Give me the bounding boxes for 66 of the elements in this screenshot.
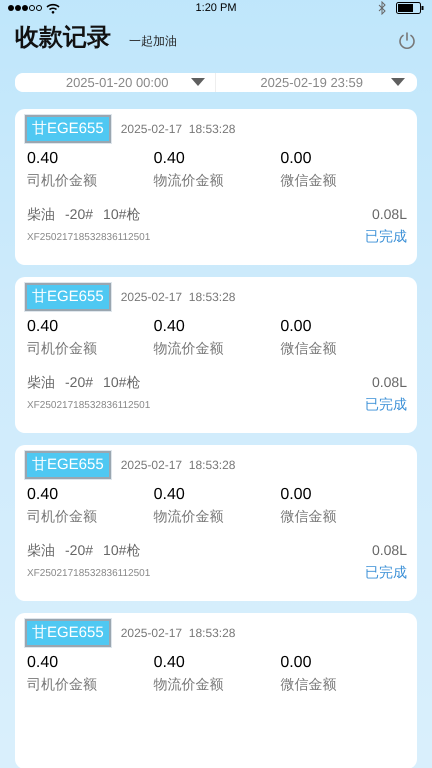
fuel-info: -20# [65, 541, 94, 560]
fuel-info: 柴油 [27, 541, 55, 560]
order-number: XF25021718532836112501 [27, 399, 150, 413]
fuel-info: 10#枪 [103, 205, 140, 224]
amount-value: 0.00 [280, 653, 312, 673]
fuel-info: 柴油 [27, 205, 55, 224]
amount-value: 0.40 [27, 317, 60, 337]
signal-icon [8, 5, 42, 12]
plate-number: 甘EGE655 [25, 283, 111, 311]
record-card[interactable]: 甘EGE655 2025-02-17 18:53:28 0.40 司机价金额 0.40 物流价金额 0.00 微信金额 [15, 613, 417, 768]
amount-value: 0.40 [27, 149, 60, 169]
amount-value: 0.40 [27, 653, 60, 673]
record-time: 2025-02-17 18:53:28 [120, 457, 236, 474]
amount-label: 微信金额 [280, 171, 338, 190]
record-time: 2025-02-17 18:53:28 [120, 625, 236, 642]
record-time: 2025-02-17 18:53:28 [120, 289, 236, 306]
bluetooth-icon [378, 1, 386, 16]
amount-value: 0.00 [280, 149, 312, 169]
amount-label: 物流价金额 [154, 339, 225, 358]
plate-number: 甘EGE655 [25, 619, 111, 647]
amount-label: 司机价金额 [27, 675, 98, 694]
fuel-volume: 0.08L [372, 205, 407, 224]
record-card[interactable]: 甘EGE655 2025-02-17 18:53:28 0.40 司机价金额 0.40 物流价金额 0.00 微信金额 柴油 -20# 10#枪 XF25021718532836112501 0.08L 已完成 [15, 109, 417, 265]
amount-value: 0.40 [154, 149, 186, 169]
status-label: 已完成 [365, 227, 407, 246]
amount-label: 物流价金额 [154, 171, 225, 190]
plate-number: 甘EGE655 [25, 451, 111, 479]
record-time: 2025-02-17 18:53:28 [120, 121, 236, 138]
page-title: 收款记录 [15, 22, 111, 52]
dropdown-caret-icon [391, 78, 405, 86]
page-subtitle: 一起加油 [129, 32, 177, 50]
fuel-volume: 0.08L [372, 373, 407, 392]
start-date-picker[interactable]: 2025-01-20 00:00 [15, 72, 216, 92]
amount-label: 微信金额 [280, 675, 338, 694]
record-card[interactable]: 甘EGE655 2025-02-17 18:53:28 0.40 司机价金额 0.40 物流价金额 0.00 微信金额 柴油 -20# 10#枪 XF25021718532836112501 0.08L 已完成 [15, 445, 417, 601]
amount-value: 0.00 [280, 485, 312, 505]
fuel-info: 10#枪 [103, 373, 140, 392]
amount-label: 司机价金额 [27, 171, 98, 190]
amount-label: 物流价金额 [154, 675, 225, 694]
fuel-info: -20# [65, 205, 94, 224]
amount-label: 物流价金额 [154, 507, 225, 526]
status-time: 1:20 PM [196, 1, 236, 16]
plate-number: 甘EGE655 [25, 115, 111, 143]
fuel-volume: 0.08L [372, 541, 407, 560]
dropdown-caret-icon [190, 78, 204, 86]
power-button[interactable] [397, 30, 417, 50]
status-label: 已完成 [365, 563, 407, 582]
order-number: XF25021718532836112501 [27, 231, 150, 245]
fuel-info: -20# [65, 373, 94, 392]
fuel-info: 10#枪 [103, 541, 140, 560]
fuel-info: 柴油 [27, 373, 55, 392]
order-number: XF25021718532836112501 [27, 567, 150, 581]
amount-label: 微信金额 [280, 507, 338, 526]
battery-icon [396, 2, 424, 14]
amount-value: 0.00 [280, 317, 312, 337]
amount-label: 司机价金额 [27, 507, 98, 526]
amount-value: 0.40 [154, 653, 186, 673]
status-label: 已完成 [365, 395, 407, 414]
amount-value: 0.40 [27, 485, 60, 505]
record-card[interactable]: 甘EGE655 2025-02-17 18:53:28 0.40 司机价金额 0.40 物流价金额 0.00 微信金额 柴油 -20# 10#枪 XF25021718532836112501 0.08L 已完成 [15, 277, 417, 433]
amount-label: 司机价金额 [27, 339, 98, 358]
end-date-picker[interactable]: 2025-02-19 23:59 [216, 72, 417, 92]
amount-value: 0.40 [154, 485, 186, 505]
amount-label: 微信金额 [280, 339, 338, 358]
wifi-icon [46, 2, 60, 14]
amount-value: 0.40 [154, 317, 186, 337]
